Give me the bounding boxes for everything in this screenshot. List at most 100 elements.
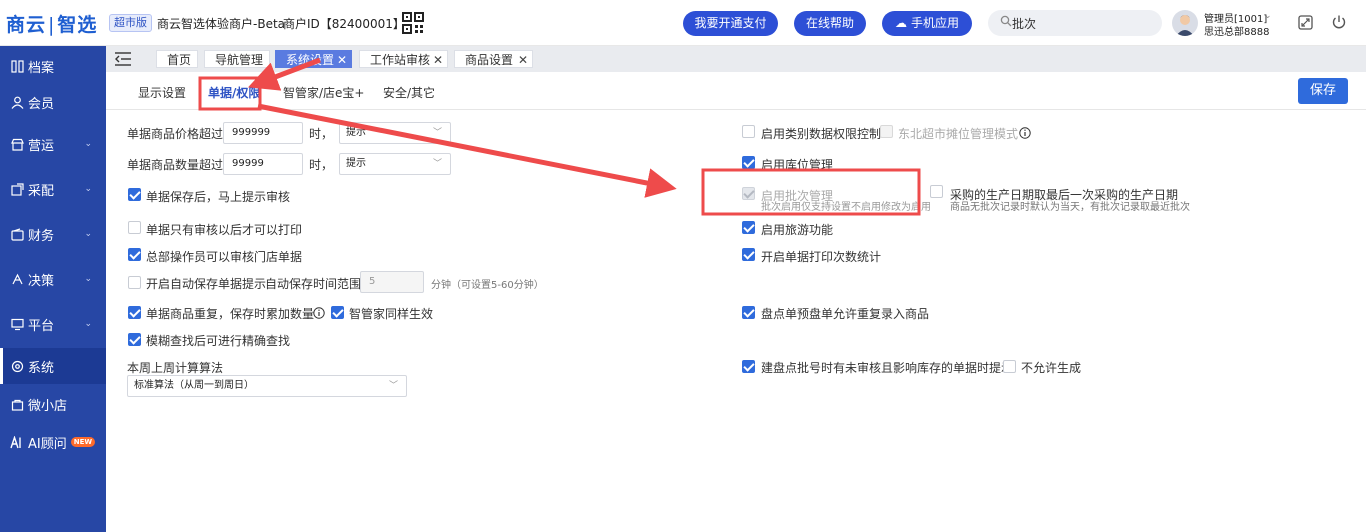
no-generate-label: 不允许生成 — [1021, 361, 1082, 375]
sidebar-item-finance[interactable]: 财务 ⌄ — [0, 216, 106, 252]
sidebar-item-system[interactable]: 系统 — [0, 348, 106, 384]
info-icon[interactable] — [313, 307, 325, 319]
batch-mgmt-checkbox[interactable] — [742, 187, 755, 200]
settings-subtabs: 显示设置 单据/权限 智管家/店e宝+ 安全/其它 保存 — [106, 72, 1366, 110]
subtab-display[interactable]: 显示设置 — [138, 84, 186, 101]
close-icon[interactable]: ✕ — [518, 51, 528, 69]
tab-product-settings[interactable]: 商品设置 ✕ — [454, 50, 533, 68]
tab-system-settings[interactable]: 系统设置 ✕ — [275, 50, 352, 68]
price-threshold-input[interactable]: 999999 — [223, 122, 303, 144]
sidebar-item-label: 系统 — [28, 360, 55, 376]
mobile-app-button[interactable]: ☁ 手机应用 — [882, 11, 972, 36]
search-icon — [1000, 15, 1012, 27]
week-algorithm-select[interactable]: 标准算法（从周一到周日） ﹀ — [127, 375, 407, 397]
global-search[interactable] — [988, 10, 1162, 36]
qty-unit-label: 时， — [309, 158, 334, 172]
sidebar-item-mini-store[interactable]: 微小店 — [0, 386, 106, 422]
tab-navigation[interactable]: 导航管理 — [204, 50, 270, 68]
travel-checkbox[interactable] — [742, 221, 755, 234]
mobile-app-label: 手机应用 — [910, 16, 959, 30]
smart-butler-same-checkbox[interactable] — [331, 306, 344, 319]
user-avatar-icon — [1176, 15, 1194, 36]
inventory-dup-checkbox[interactable] — [742, 306, 755, 319]
qty-action-value: 提示 — [346, 158, 366, 169]
smart-butler-same-label: 智管家同样生效 — [349, 307, 434, 321]
inventory-dup-label: 盘点单预盘单允许重复录入商品 — [761, 307, 930, 321]
sidebar-item-purchase[interactable]: 采配 ⌄ — [0, 171, 106, 207]
chevron-down-icon[interactable]: ⌄ — [1264, 11, 1272, 21]
subtab-security-other[interactable]: 安全/其它 — [383, 84, 435, 101]
menu-collapse-icon[interactable] — [114, 51, 132, 67]
week-algorithm-value: 标准算法（从周一到周日） — [134, 380, 254, 391]
store-icon — [10, 137, 24, 151]
fullscreen-icon[interactable] — [1298, 15, 1313, 30]
week-algorithm-label: 本周上周计算算法 — [127, 361, 224, 375]
qr-code-icon[interactable] — [402, 12, 424, 34]
category-permission-label: 启用类别数据权限控制 — [761, 127, 882, 141]
tab-label: 商品设置 — [465, 53, 514, 67]
price-threshold-label: 单据商品价格超过 — [127, 127, 224, 141]
sidebar: 档案 会员 营运 ⌄ 采配 ⌄ 财务 ⌄ 决策 ⌄ 平台 ⌄ 系统 微小店 AI… — [0, 46, 106, 532]
online-help-button[interactable]: 在线帮助 — [794, 11, 866, 36]
sidebar-item-ai-advisor[interactable]: AI顾问 NEW — [0, 424, 106, 460]
sidebar-item-operation[interactable]: 营运 ⌄ — [0, 126, 106, 162]
tab-bar: 首页 导航管理 系统设置 ✕ 工作站审核 ✕ 商品设置 ✕ — [106, 46, 1366, 72]
tab-workstation-review[interactable]: 工作站审核 ✕ — [359, 50, 448, 68]
power-icon[interactable] — [1331, 14, 1347, 30]
hq-review-store-label: 总部操作员可以审核门店单据 — [146, 250, 303, 264]
brand-logo[interactable]: 商云 | 智选 — [6, 10, 97, 37]
price-action-value: 提示 — [346, 127, 366, 138]
location-mgmt-label: 启用库位管理 — [761, 158, 834, 172]
northeast-mode-checkbox[interactable] — [880, 125, 893, 138]
subtab-smart-butler[interactable]: 智管家/店e宝+ — [283, 84, 364, 101]
purchase-icon — [10, 182, 24, 196]
avatar[interactable] — [1172, 10, 1198, 36]
category-permission-checkbox[interactable] — [742, 125, 755, 138]
chevron-down-icon: ﹀ — [432, 159, 442, 169]
save-button[interactable]: 保存 — [1298, 78, 1348, 104]
sidebar-item-label: 营运 — [28, 138, 55, 154]
autosave-minutes-input[interactable]: 5 — [360, 271, 424, 293]
autosave-checkbox[interactable] — [128, 276, 141, 289]
price-action-select[interactable]: 提示 ﹀ — [339, 122, 451, 144]
chevron-down-icon: ⌄ — [84, 229, 92, 239]
save-review-checkbox[interactable] — [128, 188, 141, 201]
search-input[interactable] — [1012, 15, 1152, 31]
sidebar-item-platform[interactable]: 平台 ⌄ — [0, 306, 106, 342]
hq-review-store-checkbox[interactable] — [128, 248, 141, 261]
tab-label: 工作站审核 — [370, 53, 431, 67]
merchant-id: 商户ID【82400001】 — [283, 17, 405, 31]
close-icon[interactable]: ✕ — [337, 51, 347, 69]
print-count-checkbox[interactable] — [742, 248, 755, 261]
ai-icon — [10, 435, 24, 449]
sidebar-item-label: 决策 — [28, 273, 55, 289]
open-payment-button[interactable]: 我要开通支付 — [683, 11, 778, 36]
purchase-date-hint: 商品无批次记录时默认为当天，有批次记录取最近批次 — [950, 202, 1190, 213]
sidebar-item-decision[interactable]: 决策 ⌄ — [0, 261, 106, 297]
northeast-mode-label: 东北超市摊位管理模式 — [898, 127, 1019, 141]
close-icon[interactable]: ✕ — [433, 51, 443, 69]
tab-label: 首页 — [167, 53, 192, 67]
subtab-documents-permissions[interactable]: 单据/权限 — [208, 84, 260, 101]
purchase-date-checkbox[interactable] — [930, 185, 943, 198]
batch-inventory-checkbox[interactable] — [742, 360, 755, 373]
qty-threshold-input[interactable]: 99999 — [223, 153, 303, 175]
print-after-review-checkbox[interactable] — [128, 221, 141, 234]
info-icon[interactable] — [1019, 127, 1031, 139]
save-review-label: 单据保存后，马上提示审核 — [146, 190, 291, 204]
tab-home[interactable]: 首页 — [156, 50, 198, 68]
monitor-icon — [10, 317, 24, 331]
qty-action-select[interactable]: 提示 ﹀ — [339, 153, 451, 175]
dup-accumulate-checkbox[interactable] — [128, 306, 141, 319]
sidebar-item-label: 财务 — [28, 228, 55, 244]
sidebar-item-label: 微小店 — [28, 398, 68, 414]
fuzzy-exact-checkbox[interactable] — [128, 333, 141, 346]
sidebar-item-label: 会员 — [28, 96, 55, 112]
edition-badge: 超市版 — [109, 14, 152, 32]
sidebar-item-label: 平台 — [28, 318, 55, 334]
sidebar-item-archive[interactable]: 档案 — [0, 48, 106, 84]
qty-threshold-label: 单据商品数量超过 — [127, 158, 224, 172]
no-generate-checkbox[interactable] — [1003, 360, 1016, 373]
sidebar-item-member[interactable]: 会员 — [0, 84, 106, 120]
location-mgmt-checkbox[interactable] — [742, 156, 755, 169]
